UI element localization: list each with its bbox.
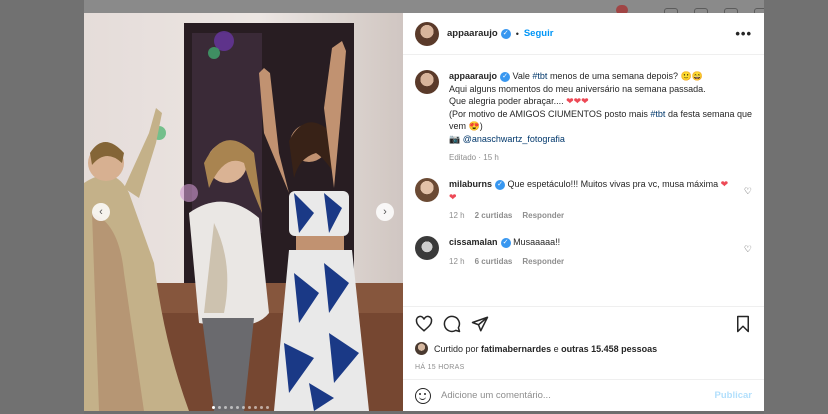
comment-row: cissamalan ✓ Musaaaaa!! 12 h 6 curtidas R… [415, 236, 752, 266]
mention-link[interactable]: @anaschwartz_fotografia [463, 134, 565, 144]
avatar[interactable] [415, 21, 439, 46]
post-actions: Curtido por fatimabernardes e outras 15.… [403, 306, 764, 371]
heart-outline-icon[interactable]: ♡ [744, 244, 752, 255]
share-paper-plane-icon[interactable] [471, 315, 489, 333]
party-photo-illustration [84, 13, 403, 411]
likes-summary: Curtido por fatimabernardes e outras 15.… [415, 342, 752, 355]
avatar[interactable] [415, 236, 439, 260]
post-side-panel: appaaraujo ✓ • Seguir ••• appaaraujo ✓ Va… [403, 13, 764, 411]
camera-emoji: 📷 [449, 133, 461, 144]
chevron-right-icon[interactable]: › [376, 203, 394, 221]
overlay-left[interactable] [0, 0, 84, 414]
carousel-dot [242, 406, 245, 409]
caption-timestamp: Editado · 15 h [449, 153, 499, 162]
likes-conjunction: e [553, 343, 559, 354]
hashtag-link[interactable]: #tbt [650, 109, 665, 119]
avatar[interactable] [415, 70, 439, 94]
carousel-dot [254, 406, 257, 409]
caption-part: Que alegria poder abraçar.... [449, 96, 564, 106]
post-timestamp[interactable]: HÁ 15 HORAS [415, 364, 752, 371]
like-heart-icon[interactable] [415, 315, 433, 333]
separator-dot: • [515, 28, 519, 39]
post-author-username[interactable]: appaaraujo [447, 28, 498, 39]
comment-text: cissamalan ✓ Musaaaaa!! [449, 236, 564, 249]
likes-count[interactable]: outras 15.458 pessoas [561, 344, 657, 354]
comment-likes[interactable]: 2 curtidas [475, 211, 513, 220]
carousel-dot [230, 406, 233, 409]
likes-prefix: Curtido por [434, 343, 479, 354]
heart-emoji: ❤❤❤ [566, 96, 589, 106]
action-icons [415, 315, 752, 333]
comment-likes[interactable]: 6 curtidas [475, 257, 513, 266]
carousel-dot [260, 406, 263, 409]
more-options-icon[interactable]: ••• [735, 26, 752, 41]
caption-meta: Editado · 15 h [449, 153, 752, 162]
avatar[interactable] [415, 178, 439, 202]
post-header: appaaraujo ✓ • Seguir ••• [403, 13, 764, 55]
verified-badge-icon: ✓ [500, 237, 511, 248]
comment-body: Musaaaaa!! [513, 237, 561, 247]
caption-text: appaaraujo ✓ Vale #tbt menos de uma seman… [449, 70, 752, 145]
bookmark-icon[interactable] [734, 315, 752, 333]
carousel-dot [236, 406, 239, 409]
caption-part: (Por motivo de AMIGOS CIUMENTOS posto ma… [449, 108, 648, 119]
reply-button[interactable]: Responder [522, 257, 564, 266]
add-comment-bar: Publicar [403, 379, 764, 411]
carousel-dot [212, 406, 215, 409]
post-photo[interactable]: ‹ › [84, 13, 403, 411]
avatar[interactable] [415, 342, 428, 355]
reply-button[interactable]: Responder [522, 211, 564, 220]
carousel-dot [248, 406, 251, 409]
hashtag-link[interactable]: #tbt [532, 71, 547, 81]
comment-meta: 12 h 6 curtidas Responder [449, 257, 564, 266]
caption-part: Vale [512, 71, 530, 81]
verified-badge-icon: ✓ [500, 71, 511, 82]
carousel-dot [266, 406, 269, 409]
comment-meta: 12 h 2 curtidas Responder [449, 211, 734, 220]
caption-username[interactable]: appaaraujo [449, 71, 497, 81]
caption-part: Aqui alguns momentos do meu aniversário … [449, 83, 706, 94]
comment-username[interactable]: cissamalan [449, 237, 498, 247]
overlay-right[interactable] [764, 0, 828, 414]
chevron-left-icon[interactable]: ‹ [92, 203, 110, 221]
carousel-dot [218, 406, 221, 409]
carousel-dot [224, 406, 227, 409]
comment-bubble-icon[interactable] [443, 315, 461, 333]
heart-outline-icon[interactable]: ♡ [744, 186, 752, 197]
emoji-icon[interactable] [415, 387, 431, 404]
comment-text: milaburns ✓ Que espetáculo!!! Muitos viva… [449, 178, 734, 203]
verified-badge-icon: ✓ [495, 179, 506, 190]
caption-part: menos de uma semana depois? 🙂😄 [549, 71, 703, 81]
carousel-dots [212, 406, 269, 409]
comments-list[interactable]: appaaraujo ✓ Vale #tbt menos de uma seman… [403, 56, 764, 306]
publish-button[interactable]: Publicar [715, 390, 753, 401]
comment-time: 12 h [449, 211, 465, 220]
verified-badge-icon: ✓ [500, 28, 511, 39]
comment-body: Que espetáculo!!! Muitos vivas pra vc, m… [507, 179, 719, 189]
comment-time: 12 h [449, 256, 465, 266]
comment-row: milaburns ✓ Que espetáculo!!! Muitos viva… [415, 178, 752, 220]
post-modal: ‹ › appaaraujo ✓ • Seguir ••• appaaraujo… [84, 13, 764, 411]
caption-row: appaaraujo ✓ Vale #tbt menos de uma seman… [415, 70, 752, 162]
comment-input[interactable] [441, 390, 715, 401]
comment-username[interactable]: milaburns [449, 179, 492, 189]
liker-username[interactable]: fatimabernardes [481, 344, 551, 354]
follow-button[interactable]: Seguir [524, 28, 554, 39]
